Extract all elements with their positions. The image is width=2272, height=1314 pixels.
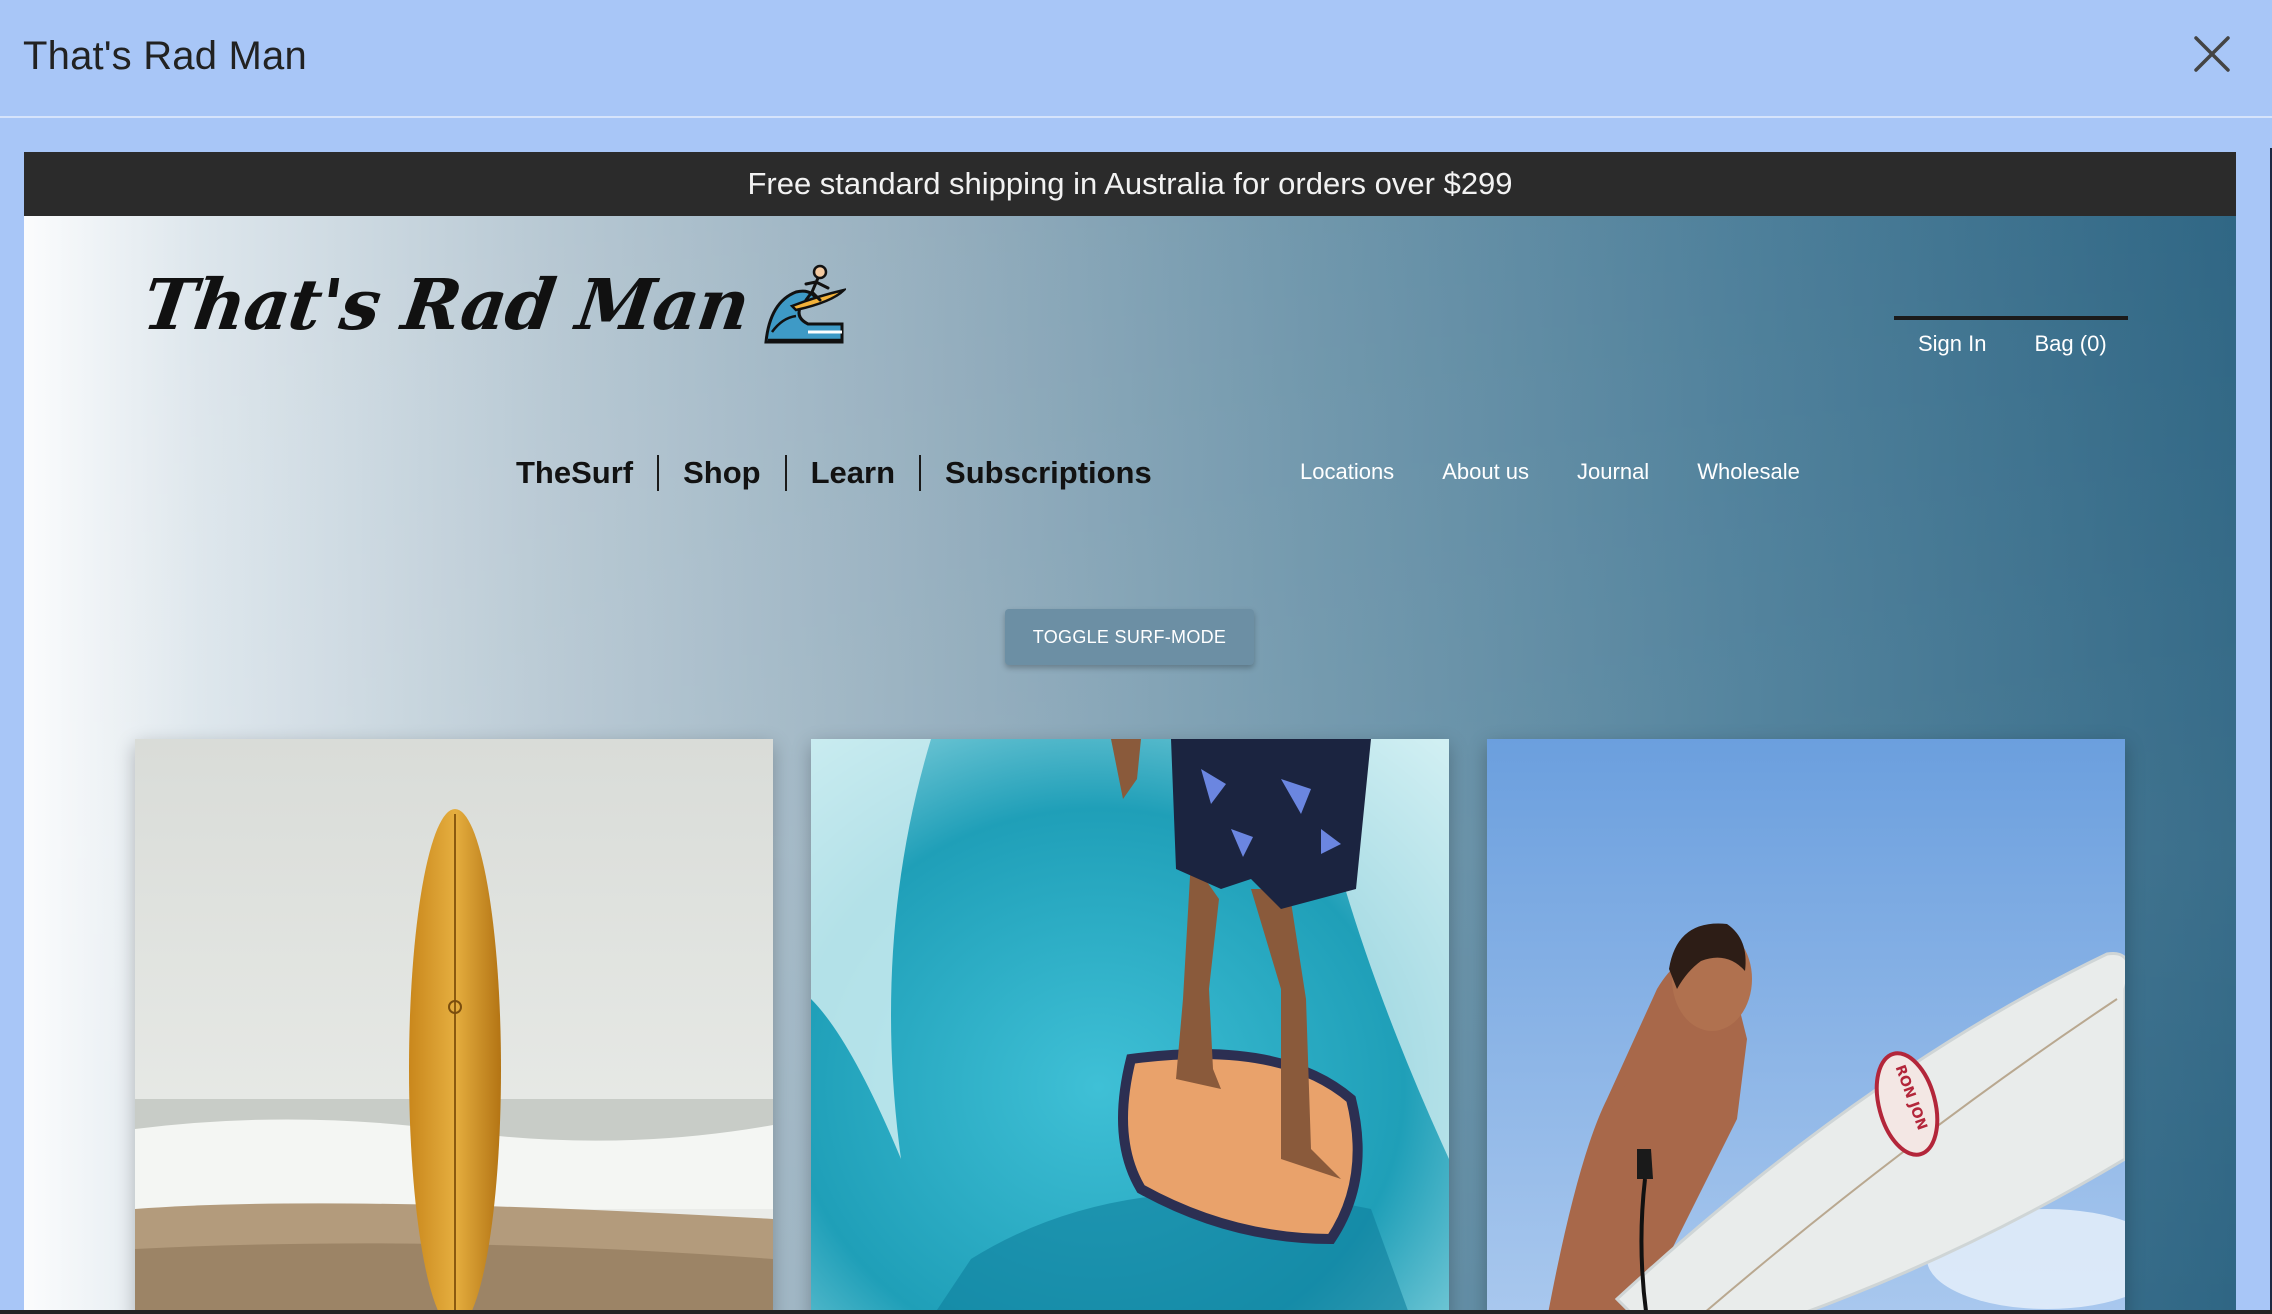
nav-item-shop[interactable]: Shop (659, 452, 785, 494)
secondary-nav: Locations About us Journal Wholesale (1300, 454, 1848, 490)
modal-header: That's Rad Man (0, 0, 2272, 118)
nav-item-wholesale[interactable]: Wholesale (1697, 454, 1800, 490)
modal-scrollbar-track (2262, 118, 2272, 1314)
surfer-riding-wave-image (811, 739, 1449, 1314)
surfboard-on-beach-image (135, 739, 773, 1314)
bottom-border (0, 1310, 2272, 1314)
card-surfer-riding-wave[interactable] (811, 739, 1449, 1314)
logo-text: That's Rad Man (138, 262, 754, 346)
man-carrying-surfboard-image: RON JON (1487, 739, 2125, 1314)
feature-cards: RON JON (135, 739, 2125, 1314)
card-man-carrying-surfboard[interactable]: RON JON (1487, 739, 2125, 1314)
bag-link[interactable]: Bag (0) (2011, 320, 2131, 358)
nav-item-thesurf[interactable]: TheSurf (492, 452, 657, 494)
nav-item-locations[interactable]: Locations (1300, 454, 1394, 490)
nav-item-subscriptions[interactable]: Subscriptions (921, 452, 1176, 494)
embedded-site: Free standard shipping in Australia for … (24, 152, 2236, 1314)
nav-item-learn[interactable]: Learn (787, 452, 919, 494)
nav-item-journal[interactable]: Journal (1577, 454, 1649, 490)
sign-in-link[interactable]: Sign In (1894, 320, 2011, 358)
nav-item-about-us[interactable]: About us (1442, 454, 1529, 490)
card-surfboard-on-beach[interactable] (135, 739, 773, 1314)
site-logo[interactable]: That's Rad Man (138, 262, 847, 346)
close-icon[interactable] (2192, 34, 2232, 74)
modal-title: That's Rad Man (23, 34, 307, 78)
main-nav: TheSurf Shop Learn Subscriptions (492, 452, 1176, 494)
toggle-surf-mode-button[interactable]: TOGGLE SURF-MODE (1005, 609, 1254, 665)
promo-banner: Free standard shipping in Australia for … (24, 152, 2236, 216)
surfer-on-wave-icon (764, 264, 847, 344)
account-nav: Sign In Bag (0) (1894, 316, 2128, 358)
